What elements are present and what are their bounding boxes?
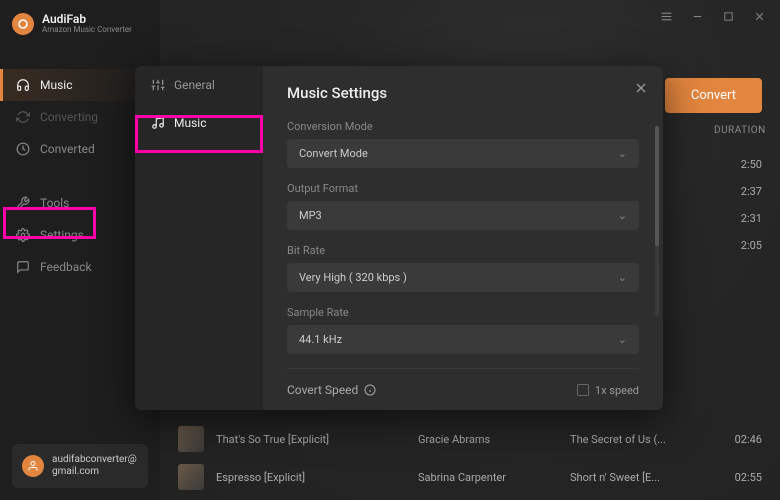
speed-checkbox[interactable]: 1x speed [577, 384, 639, 397]
select-conversion-mode[interactable]: Convert Mode ⌄ [287, 139, 639, 168]
checkbox-icon [577, 384, 589, 396]
modal-title: Music Settings [287, 84, 639, 102]
field-output-format: Output Format MP3 ⌄ [287, 182, 639, 230]
modal-tab-music[interactable]: Music [135, 104, 263, 142]
info-icon[interactable] [364, 384, 376, 396]
track-artist: Gracie Abrams [418, 433, 558, 446]
user-card[interactable]: audifabconverter@gmail.com [12, 444, 148, 488]
nav-label: Converted [40, 142, 95, 156]
close-icon[interactable] [753, 10, 766, 23]
checkbox-label: 1x speed [595, 384, 639, 397]
chevron-down-icon: ⌄ [618, 333, 627, 346]
sliders-icon [151, 78, 165, 92]
select-value: Convert Mode [299, 147, 368, 160]
select-value: MP3 [299, 209, 322, 222]
modal-scrollbar[interactable] [655, 126, 659, 316]
track-list: That's So True [Explicit] Gracie Abrams … [178, 420, 762, 496]
track-title: Espresso [Explicit] [216, 471, 406, 484]
field-sample-rate: Sample Rate 44.1 kHz ⌄ [287, 306, 639, 354]
field-bit-rate: Bit Rate Very High ( 320 kbps ) ⌄ [287, 244, 639, 292]
track-album: Short n' Sweet [E... [570, 471, 710, 484]
chevron-down-icon: ⌄ [618, 271, 627, 284]
brand: AudiFab Amazon Music Converter [0, 0, 160, 49]
track-thumb [178, 464, 204, 490]
dur: 2:50 [741, 158, 762, 171]
field-label: Output Format [287, 182, 639, 195]
user-avatar-icon [22, 455, 44, 477]
minimize-icon[interactable] [691, 10, 704, 23]
modal-tab-general[interactable]: General [135, 66, 263, 104]
speed-label: Covert Speed [287, 383, 376, 397]
dur: 2:37 [741, 185, 762, 198]
chevron-down-icon: ⌄ [618, 147, 627, 160]
clock-icon [16, 142, 30, 156]
maximize-icon[interactable] [722, 10, 735, 23]
modal-body: Music Settings Conversion Mode Convert M… [263, 66, 663, 410]
col-duration: DURATION [714, 125, 762, 136]
menu-icon[interactable] [660, 10, 673, 23]
select-value: Very High ( 320 kbps ) [299, 271, 407, 284]
track-row[interactable]: That's So True [Explicit] Gracie Abrams … [178, 420, 762, 458]
track-duration: 02:55 [722, 471, 762, 484]
field-label: Bit Rate [287, 244, 639, 257]
modal-tabs: General Music [135, 66, 263, 410]
gear-icon [16, 228, 30, 242]
dur: 2:31 [741, 212, 762, 225]
select-value: 44.1 kHz [299, 333, 342, 346]
tools-icon [16, 196, 30, 210]
track-album: The Secret of Us (... [570, 433, 710, 446]
headphones-icon [16, 78, 30, 92]
settings-modal: General Music Music Settings Conversion … [135, 66, 663, 410]
modal-tab-label: General [174, 78, 215, 92]
select-bit-rate[interactable]: Very High ( 320 kbps ) ⌄ [287, 263, 639, 292]
track-duration: 02:46 [722, 433, 762, 446]
select-sample-rate[interactable]: 44.1 kHz ⌄ [287, 325, 639, 354]
column-headers: DURATION [714, 125, 762, 136]
field-label: Conversion Mode [287, 120, 639, 133]
refresh-icon [16, 110, 30, 124]
convert-button[interactable]: Convert [665, 78, 762, 113]
nav-label: Tools [40, 196, 69, 210]
music-icon [151, 116, 165, 130]
nav-label: Converting [40, 110, 98, 124]
modal-tab-label: Music [174, 116, 206, 130]
nav-label: Settings [40, 228, 84, 242]
modal-close-icon[interactable] [633, 80, 649, 96]
field-label: Sample Rate [287, 306, 639, 319]
track-thumb [178, 426, 204, 452]
nav-label: Feedback [40, 260, 92, 274]
track-artist: Sabrina Carpenter [418, 471, 558, 484]
message-icon [16, 260, 30, 274]
nav-label: Music [40, 78, 72, 92]
brand-subtitle: Amazon Music Converter [42, 26, 132, 35]
track-row[interactable]: Espresso [Explicit] Sabrina Carpenter Sh… [178, 458, 762, 496]
chevron-down-icon: ⌄ [618, 209, 627, 222]
dur: 2:05 [741, 239, 762, 252]
field-conversion-mode: Conversion Mode Convert Mode ⌄ [287, 120, 639, 168]
user-email: audifabconverter@gmail.com [52, 454, 138, 478]
window-controls [160, 0, 780, 33]
brand-logo-icon [12, 13, 34, 35]
track-title: That's So True [Explicit] [216, 433, 406, 446]
select-output-format[interactable]: MP3 ⌄ [287, 201, 639, 230]
duration-values: 2:50 2:37 2:31 2:05 [741, 158, 762, 252]
speed-row: Covert Speed 1x speed [287, 368, 639, 397]
